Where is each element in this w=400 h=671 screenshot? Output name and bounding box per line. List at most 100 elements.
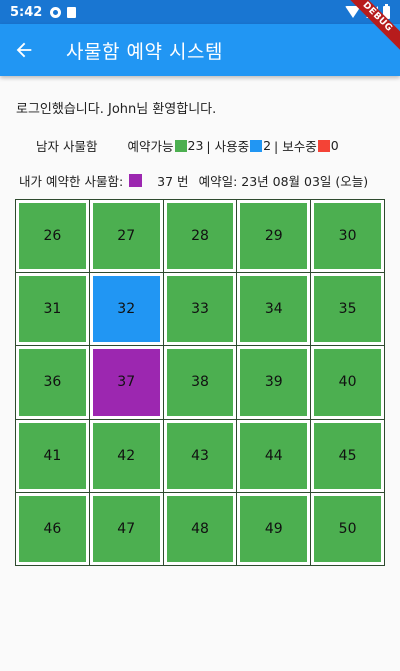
locker-number: 39 [264, 374, 283, 391]
my-locker-number: 37 번 [157, 174, 189, 189]
locker-cell[interactable]: 34 [237, 273, 311, 346]
locker-cell[interactable]: 45 [311, 419, 384, 492]
welcome-message: 로그인했습니다. John님 환영합니다. [16, 102, 217, 117]
locker-number: 36 [43, 374, 62, 391]
status-bar: 5:42 [0, 0, 400, 24]
locker-number: 28 [191, 228, 209, 245]
locker-30[interactable]: 30 [314, 203, 381, 270]
locker-40[interactable]: 40 [314, 349, 381, 416]
locker-47[interactable]: 47 [92, 495, 160, 562]
locker-number: 31 [43, 301, 62, 318]
locker-number: 48 [191, 520, 209, 537]
maintenance-swatch [317, 139, 330, 152]
locker-50[interactable]: 50 [314, 495, 381, 562]
locker-number: 40 [338, 374, 357, 391]
in-use-count: 2 [263, 138, 272, 153]
arrow-back-icon [16, 42, 32, 58]
locker-cell[interactable]: 41 [16, 419, 89, 492]
locker-38[interactable]: 38 [166, 349, 234, 416]
locker-summary: 남자 사물함 예약가능 23 | 사용중 2 | 보수중 0 [0, 136, 400, 155]
locker-number: 32 [117, 301, 136, 318]
locker-cell[interactable]: 44 [237, 419, 311, 492]
locker-cell[interactable]: 38 [163, 346, 237, 419]
locker-number: 34 [264, 301, 283, 318]
in-use-swatch [250, 139, 263, 152]
maintenance-count: 0 [330, 138, 339, 153]
locker-number: 46 [43, 520, 62, 537]
locker-48[interactable]: 48 [166, 495, 234, 562]
my-reservation: 내가 예약한 사물함: 37 번 예약일: 23년 08월 03일 (오늘) [0, 171, 400, 190]
my-locker-label: 내가 예약한 사물함: [19, 174, 124, 189]
locker-32[interactable]: 32 [92, 276, 160, 343]
locker-number: 49 [264, 520, 283, 537]
locker-cell[interactable]: 47 [89, 492, 163, 565]
locker-43[interactable]: 43 [166, 422, 234, 489]
locker-number: 27 [117, 228, 136, 245]
locker-49[interactable]: 49 [240, 495, 308, 562]
locker-number: 37 [117, 374, 136, 391]
locker-cell[interactable]: 48 [163, 492, 237, 565]
locker-number: 38 [191, 374, 209, 391]
reservation-date: 예약일: 23년 08월 03일 (오늘) [198, 174, 369, 189]
maintenance-label: | 보수중 [274, 139, 317, 154]
locker-cell[interactable]: 43 [163, 419, 237, 492]
locker-33[interactable]: 33 [166, 276, 234, 343]
my-locker-swatch [129, 174, 143, 187]
locker-cell[interactable]: 46 [16, 492, 89, 565]
locker-37[interactable]: 37 [92, 349, 160, 416]
locker-cell[interactable]: 31 [16, 273, 89, 346]
sd-card-icon [67, 6, 77, 18]
locker-39[interactable]: 39 [240, 349, 308, 416]
locker-cell[interactable]: 35 [311, 273, 384, 346]
locker-number: 33 [191, 301, 209, 318]
locker-cell[interactable]: 29 [237, 200, 311, 273]
locker-31[interactable]: 31 [19, 276, 86, 343]
locker-number: 47 [117, 520, 136, 537]
locker-36[interactable]: 36 [19, 349, 86, 416]
locker-number: 42 [117, 447, 136, 464]
locker-34[interactable]: 34 [240, 276, 308, 343]
locker-number: 44 [264, 447, 283, 464]
locker-41[interactable]: 41 [19, 422, 86, 489]
locker-26[interactable]: 26 [19, 203, 86, 270]
back-button[interactable] [0, 24, 48, 76]
available-label: 예약가능 [127, 139, 174, 154]
locker-number: 41 [43, 447, 62, 464]
available-count: 23 [187, 138, 204, 153]
locker-cell[interactable]: 42 [89, 419, 163, 492]
locker-cell[interactable]: 40 [311, 346, 384, 419]
status-time: 5:42 [10, 4, 43, 20]
locker-cell[interactable]: 49 [237, 492, 311, 565]
locker-29[interactable]: 29 [240, 203, 308, 270]
locker-number: 50 [338, 520, 357, 537]
in-use-label: | 사용중 [206, 139, 250, 154]
locker-42[interactable]: 42 [92, 422, 160, 489]
locker-number: 43 [191, 447, 209, 464]
locker-cell[interactable]: 32 [89, 273, 163, 346]
locker-35[interactable]: 35 [314, 276, 381, 343]
locker-cell[interactable]: 50 [311, 492, 384, 565]
locker-number: 45 [338, 447, 357, 464]
locker-45[interactable]: 45 [314, 422, 381, 489]
zone-label: 남자 사물함 [36, 139, 98, 154]
locker-cell[interactable]: 27 [89, 200, 163, 273]
locker-number: 35 [338, 301, 357, 318]
locker-number: 26 [43, 228, 62, 245]
locker-cell[interactable]: 33 [163, 273, 237, 346]
status-legend: 예약가능 23 | 사용중 2 | 보수중 0 [127, 136, 338, 155]
signal-icon [366, 6, 378, 18]
battery-icon [383, 3, 390, 19]
available-swatch [174, 139, 187, 152]
locker-28[interactable]: 28 [166, 203, 234, 270]
page-title: 사물함 예약 시스템 [66, 40, 223, 63]
locker-cell[interactable]: 36 [16, 346, 89, 419]
locker-cell[interactable]: 39 [237, 346, 311, 419]
locker-46[interactable]: 46 [19, 495, 86, 562]
locker-cell[interactable]: 30 [311, 200, 384, 273]
locker-cell[interactable]: 26 [16, 200, 89, 273]
locker-27[interactable]: 27 [92, 203, 160, 270]
locker-cell[interactable]: 28 [163, 200, 237, 273]
locker-44[interactable]: 44 [240, 422, 308, 489]
locker-number: 29 [264, 228, 283, 245]
locker-cell[interactable]: 37 [89, 346, 163, 419]
